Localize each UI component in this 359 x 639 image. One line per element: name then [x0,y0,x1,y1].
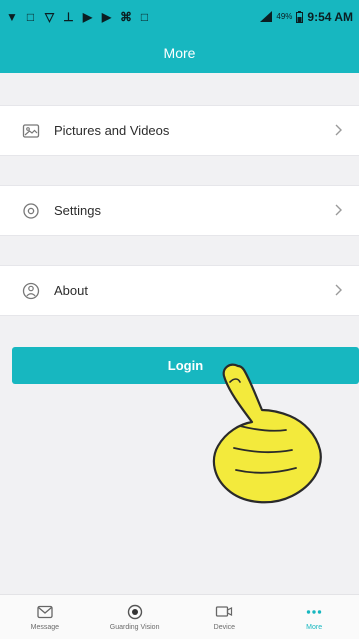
bottom-nav: Message Guarding Vision Device More [0,594,359,639]
settings-icon [23,202,39,219]
notification-icon: ▶ [82,9,93,24]
chevron-right-icon [335,124,342,136]
nav-item-device[interactable]: Device [180,595,270,639]
notification-icon: ⌘ [120,9,132,24]
chevron-right-icon [335,284,342,296]
message-icon [37,605,53,618]
menu-item-label: Settings [54,203,101,218]
signal-icon [260,11,273,22]
menu-item-pictures-and-videos[interactable]: Pictures and Videos [0,105,359,156]
image-icon [22,123,40,138]
battery-icon [296,10,304,23]
nav-label: More [306,623,323,631]
notification-icon: ▶ [101,9,112,24]
chevron-right-icon [335,204,342,216]
battery-percent: 49% [276,12,293,21]
status-time: 9:54 AM [307,9,353,24]
nav-item-more[interactable]: More [269,595,359,639]
nav-item-guarding-vision[interactable]: Guarding Vision [90,595,180,639]
device-icon [216,605,233,617]
login-button[interactable]: Login [12,347,359,384]
menu-item-label: Pictures and Videos [54,123,170,138]
menu-item-settings[interactable]: Settings [0,185,359,236]
app-header: More [0,33,359,73]
notification-icon: ▽ [44,9,55,24]
status-bar: ▼ □ ▽ ⊥ ▶ ▶ ⌘ □ 49% 9:54 AM [0,0,359,33]
notification-icon: ▼ [6,9,18,24]
status-icons: ▼ □ ▽ ⊥ ▶ ▶ ⌘ □ [6,10,150,24]
notification-icon: ⊥ [63,9,74,24]
notification-icon: □ [26,9,35,24]
guarding-vision-icon [127,604,142,619]
nav-label: Guarding Vision [109,623,160,631]
nav-label: Device [213,623,236,631]
page-title: More [163,45,196,61]
notification-icon: □ [140,9,149,24]
about-icon [22,282,40,299]
menu-item-about[interactable]: About [0,265,359,316]
nav-label: Message [30,623,60,631]
login-label: Login [167,358,204,373]
more-icon [306,609,322,614]
menu-item-label: About [54,283,88,298]
nav-item-message[interactable]: Message [0,595,90,639]
